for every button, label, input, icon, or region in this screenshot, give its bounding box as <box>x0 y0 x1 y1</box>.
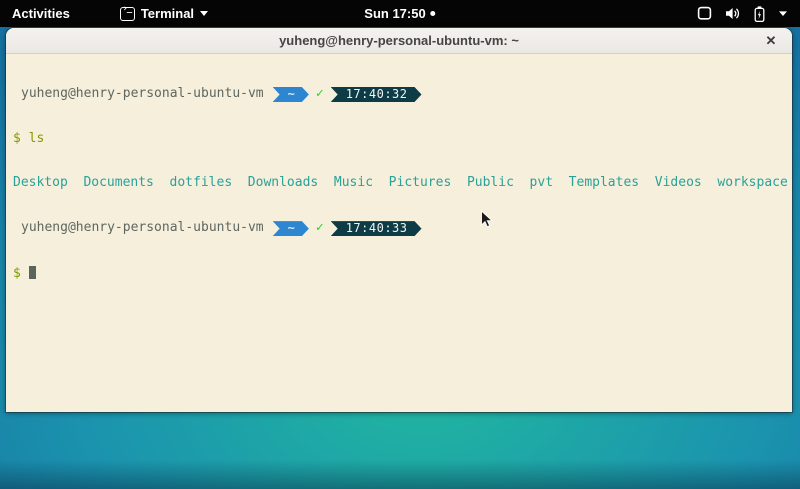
prompt-user-host: yuheng@henry-personal-ubuntu-vm <box>21 86 264 101</box>
ls-entry: Documents <box>83 175 153 190</box>
ls-entry: dotfiles <box>170 175 233 190</box>
mouse-pointer-icon <box>480 210 493 234</box>
current-input-line: $ <box>13 266 792 281</box>
screen-icon <box>697 6 712 21</box>
ls-entry: Videos <box>655 175 702 190</box>
top-bar: Activities Terminal Sun 17:50 <box>0 0 800 27</box>
ls-entry: workspace <box>717 175 787 190</box>
volume-icon <box>725 6 741 21</box>
window-title: yuheng@henry-personal-ubuntu-vm: ~ <box>279 33 519 48</box>
command-line: $ ls <box>13 132 792 147</box>
ls-entry: Downloads <box>248 175 318 190</box>
ls-entry: Pictures <box>389 175 452 190</box>
ls-entry: Music <box>334 175 373 190</box>
notification-dot <box>431 11 436 16</box>
system-status-area[interactable] <box>697 0 792 27</box>
ls-entry: Templates <box>569 175 639 190</box>
prompt-path-segment: ~ <box>273 87 309 102</box>
terminal-window: yuheng@henry-personal-ubuntu-vm: ~ ✕ yuh… <box>6 28 792 412</box>
shell-prompt: $ <box>13 131 21 146</box>
command-text: ls <box>29 131 45 146</box>
close-button[interactable]: ✕ <box>761 31 781 51</box>
clock-button[interactable]: Sun 17:50 <box>364 0 435 27</box>
chevron-down-icon <box>200 11 208 16</box>
ls-entry: Public <box>467 175 514 190</box>
app-menu-label: Terminal <box>141 6 194 21</box>
prompt-time-segment: 17:40:32 <box>331 87 422 102</box>
prompt-line: yuheng@henry-personal-ubuntu-vm ~ ✓ 17:40:3… <box>13 221 792 236</box>
desktop: { "top_bar": { "activities_label": "Acti… <box>0 0 800 489</box>
shell-prompt: $ <box>13 266 21 281</box>
prompt-path-segment: ~ <box>273 221 309 236</box>
prompt-user-host: yuheng@henry-personal-ubuntu-vm <box>21 220 264 235</box>
activities-label: Activities <box>12 6 70 21</box>
terminal-icon <box>120 7 135 21</box>
terminal-content[interactable]: yuheng@henry-personal-ubuntu-vm ~ ✓ 17:40:3… <box>6 54 792 411</box>
prompt-line: yuheng@henry-personal-ubuntu-vm ~ ✓ 17:40:3… <box>13 87 792 102</box>
prompt-status-check: ✓ <box>316 86 324 101</box>
app-menu-terminal[interactable]: Terminal <box>114 0 214 27</box>
chevron-down-icon <box>778 10 788 17</box>
clock-label: Sun 17:50 <box>364 6 425 21</box>
battery-charging-icon <box>754 6 765 22</box>
ls-output-line: Desktop Documents dotfiles Downloads Music Pi… <box>13 176 792 191</box>
window-titlebar[interactable]: yuheng@henry-personal-ubuntu-vm: ~ ✕ <box>6 28 792 54</box>
terminal-cursor <box>29 266 37 279</box>
ls-entry: Desktop <box>13 175 68 190</box>
prompt-status-check: ✓ <box>316 220 324 235</box>
activities-button[interactable]: Activities <box>0 0 82 27</box>
ls-entry: pvt <box>530 175 553 190</box>
prompt-time-segment: 17:40:33 <box>331 221 422 236</box>
